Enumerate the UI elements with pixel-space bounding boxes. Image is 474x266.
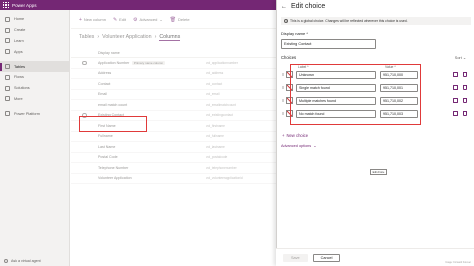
power-platform-icon	[5, 111, 10, 117]
nav-item-apps[interactable]: Apps	[0, 46, 69, 57]
table-row[interactable]: Volunteer Application vol_volunteerapplic…	[71, 174, 276, 184]
solutions-icon	[5, 85, 10, 91]
table-row[interactable]: Email vol_email	[71, 90, 276, 100]
advanced-button[interactable]: ⚙ Advanced ⌄	[133, 17, 163, 23]
table-row[interactable]: Telephone Number vol_telephonenumber	[71, 163, 276, 174]
trash-icon[interactable]	[462, 85, 467, 90]
edit-icon[interactable]	[453, 72, 458, 77]
waffle-icon[interactable]	[3, 2, 9, 8]
edit-icon[interactable]	[453, 111, 458, 116]
panel-footer: Save Cancel	[276, 248, 474, 266]
save-button[interactable]: Save	[283, 253, 308, 262]
global-choice-info-bar: i This is a global choice. Changes will …	[281, 17, 471, 25]
left-navigation: Home Create Learn Apps Tables Flows Solu…	[0, 10, 70, 266]
nav-item-more[interactable]: More	[0, 94, 69, 105]
table-row[interactable]: Last Name vol_lastname	[71, 142, 276, 153]
nav-item-learn[interactable]: Learn	[0, 36, 69, 47]
plus-icon: +	[282, 133, 285, 138]
new-choice-button[interactable]: + New choice	[282, 133, 308, 138]
display-name-label: Display name *	[281, 31, 308, 36]
table-icon	[5, 64, 10, 70]
breadcrumb: Tables › Volunteer Application › Columns	[79, 34, 181, 41]
panel-header: ← Edit choice	[281, 3, 325, 10]
trash-icon[interactable]	[462, 72, 467, 77]
more-icon	[5, 96, 10, 102]
app-title: Power Apps	[12, 2, 37, 8]
chevron-down-icon: ⌄	[313, 144, 317, 148]
trash-icon: 🗑	[169, 16, 177, 23]
delete-button[interactable]: 🗑 Delete	[170, 17, 190, 23]
virtual-agent-link[interactable]: Ask a virtual agent	[4, 259, 41, 263]
chevron-down-icon: ⌄	[159, 17, 163, 22]
apps-icon	[5, 49, 10, 55]
new-column-button[interactable]: + New column	[79, 17, 106, 23]
drag-handle-icon[interactable]: ⠿	[281, 73, 285, 77]
advanced-options-toggle[interactable]: Advanced options ⌄	[281, 143, 317, 149]
edit-choice-panel: ← Edit choice i This is a global choice.…	[276, 0, 474, 266]
plus-icon: +	[79, 16, 82, 23]
cancel-button[interactable]: Cancel	[312, 253, 341, 262]
drag-handle-icon[interactable]: ⠿	[281, 112, 285, 116]
gear-icon: ⚙	[133, 16, 138, 23]
breadcrumb-table[interactable]: Volunteer Application	[102, 34, 151, 41]
home-icon	[5, 16, 10, 22]
nav-item-tables[interactable]: Tables	[0, 61, 69, 72]
table-row[interactable]: Fullname vol_fullname	[71, 132, 276, 142]
drag-handle-icon[interactable]: ⠿	[281, 99, 285, 103]
primary-name-tag: Primary name column	[132, 60, 165, 65]
panel-title: Edit choice	[291, 3, 326, 10]
chevron-down-icon: ⌄	[462, 56, 466, 60]
drag-handle-icon[interactable]: ⠿	[281, 86, 285, 90]
sort-button[interactable]: Sort ⌄	[455, 55, 466, 60]
choices-label: Choices	[281, 55, 297, 60]
nav-item-home[interactable]: Home	[0, 14, 69, 25]
pencil-icon: ✎	[112, 16, 118, 23]
table-row[interactable]: Address vol_address	[71, 69, 276, 79]
trash-icon[interactable]	[462, 111, 467, 116]
chat-icon	[4, 259, 8, 263]
edit-choice-tooltip: Edit choice	[370, 169, 387, 175]
row-select-radio[interactable]	[82, 60, 87, 65]
nav-item-create[interactable]: Create	[0, 25, 69, 36]
nav-item-power-platform[interactable]: Power Platform	[0, 108, 69, 119]
back-arrow-icon[interactable]: ←	[281, 4, 287, 10]
nav-item-flows[interactable]: Flows	[0, 72, 69, 83]
choices-highlight-box	[290, 64, 421, 125]
trash-icon[interactable]	[462, 98, 467, 103]
edit-icon[interactable]	[453, 85, 458, 90]
selected-row-highlight-box	[79, 116, 147, 132]
table-row[interactable]: Application Number Primary name column vol…	[71, 58, 276, 69]
breadcrumb-current: Columns	[159, 34, 181, 41]
info-icon: i	[284, 19, 288, 23]
nav-item-solutions[interactable]: Solutions	[0, 83, 69, 94]
plus-icon	[5, 27, 10, 33]
edit-button[interactable]: ✎ Edit	[113, 17, 126, 23]
table-row[interactable]: Contact vol_contact	[71, 79, 276, 90]
edit-icon[interactable]	[453, 98, 458, 103]
table-row[interactable]: Postal Code vol_postalcode	[71, 153, 276, 163]
breadcrumb-tables[interactable]: Tables	[79, 34, 94, 41]
breadcrumb-separator: ›	[154, 34, 157, 40]
grid-header: Display name	[71, 48, 276, 58]
image-credit: Image: Forward Forever	[445, 261, 471, 264]
table-row[interactable]: email match count vol_emailmatchcount	[71, 100, 276, 111]
book-icon	[5, 38, 10, 44]
command-bar: + New column ✎ Edit ⚙ Advanced ⌄ 🗑 Delete	[71, 11, 276, 29]
column-header-display-name[interactable]: Display name	[98, 51, 206, 55]
flow-icon	[5, 74, 10, 80]
display-name-input[interactable]: Existing Contact	[281, 39, 376, 49]
breadcrumb-separator: ›	[97, 34, 100, 40]
